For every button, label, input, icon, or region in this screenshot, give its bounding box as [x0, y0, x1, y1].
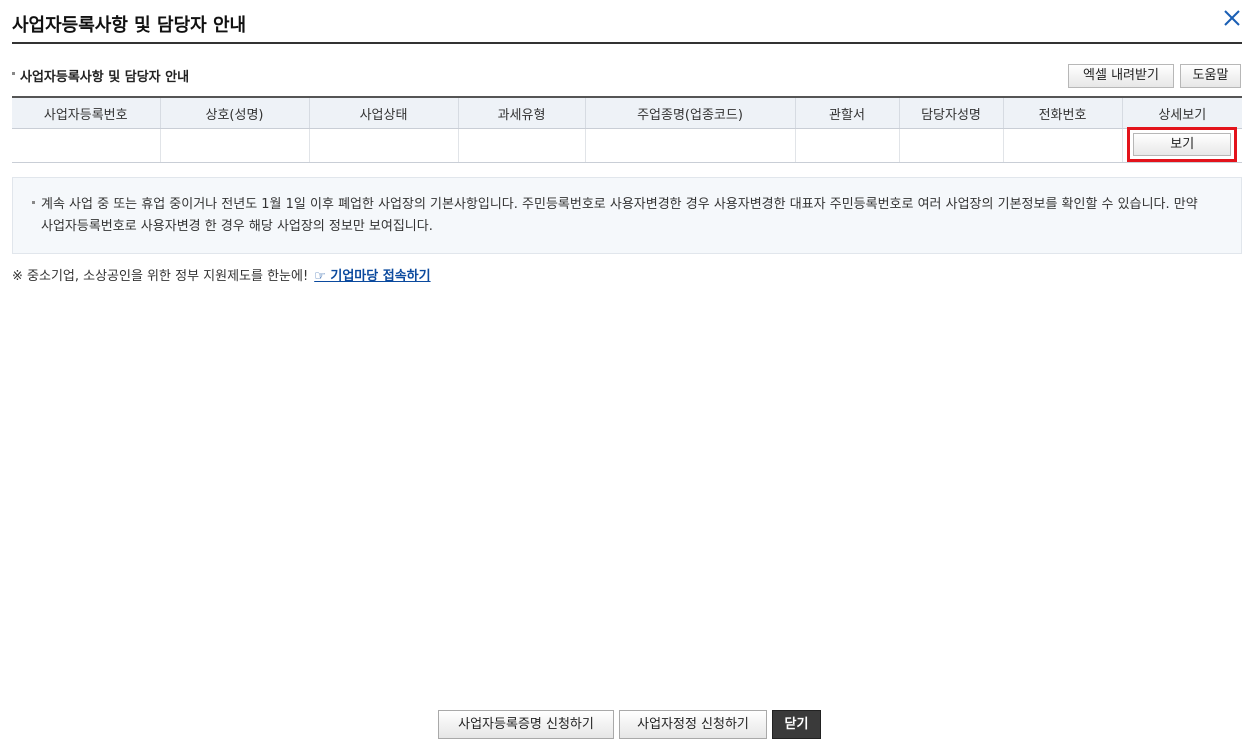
- excel-download-button[interactable]: 엑셀 내려받기: [1068, 64, 1174, 88]
- certificate-request-button[interactable]: 사업자등록증명 신청하기: [438, 710, 614, 739]
- promo-note: ※ 중소기업, 소상공인을 위한 정부 지원제도를 한눈에! ☞ 기업마당 접속하…: [12, 265, 431, 284]
- cell-industry: [585, 128, 796, 163]
- notice-box: 계속 사업 중 또는 휴업 중이거나 전년도 1월 1일 이후 폐업한 사업장의…: [12, 177, 1242, 254]
- cell-tax-type: [458, 128, 586, 163]
- col-header-reg-number: 사업자등록번호: [12, 97, 161, 129]
- notice-text: 계속 사업 중 또는 휴업 중이거나 전년도 1월 1일 이후 폐업한 사업장의…: [41, 197, 1198, 234]
- col-header-manager: 담당자성명: [899, 97, 1004, 129]
- correction-request-button[interactable]: 사업자정정 신청하기: [619, 710, 767, 739]
- cell-phone: [1003, 128, 1123, 163]
- col-header-detail: 상세보기: [1122, 97, 1242, 129]
- close-icon[interactable]: [1222, 8, 1242, 28]
- col-header-tax-type: 과세유형: [458, 97, 586, 129]
- view-button-highlight: 보기: [1127, 127, 1238, 162]
- table-row: 보기: [12, 127, 1242, 163]
- section-title: 사업자등록사항 및 담당자 안내: [12, 66, 189, 85]
- bizinfo-link[interactable]: ☞ 기업마당 접속하기: [314, 269, 430, 284]
- bullet-icon: [32, 201, 35, 204]
- promo-text: ※ 중소기업, 소상공인을 위한 정부 지원제도를 한눈에!: [12, 269, 309, 284]
- cell-manager: [899, 128, 1004, 163]
- help-button[interactable]: 도움말: [1180, 64, 1241, 88]
- cell-reg-number: [12, 128, 161, 163]
- cell-business-status: [309, 128, 459, 163]
- col-header-company-name: 상호(성명): [160, 97, 310, 129]
- col-header-tax-office: 관할서: [795, 97, 900, 129]
- bullet-icon: [12, 72, 15, 75]
- section-title-text: 사업자등록사항 및 담당자 안내: [20, 70, 190, 85]
- dialog-header: 사업자등록사항 및 담당자 안내: [12, 0, 1242, 44]
- close-button[interactable]: 닫기: [772, 710, 821, 739]
- cell-detail: 보기: [1122, 127, 1242, 163]
- cell-tax-office: [795, 128, 900, 163]
- cell-company-name: [160, 128, 310, 163]
- table-header-row: 사업자등록번호 상호(성명) 사업상태 과세유형 주업종명(업종코드) 관할서 …: [12, 97, 1242, 129]
- business-registration-table: 사업자등록번호 상호(성명) 사업상태 과세유형 주업종명(업종코드) 관할서 …: [12, 96, 1242, 163]
- col-header-industry: 주업종명(업종코드): [585, 97, 796, 129]
- col-header-phone: 전화번호: [1003, 97, 1123, 129]
- dialog-title: 사업자등록사항 및 담당자 안내: [12, 15, 247, 36]
- view-detail-button[interactable]: 보기: [1133, 133, 1232, 156]
- col-header-business-status: 사업상태: [309, 97, 459, 129]
